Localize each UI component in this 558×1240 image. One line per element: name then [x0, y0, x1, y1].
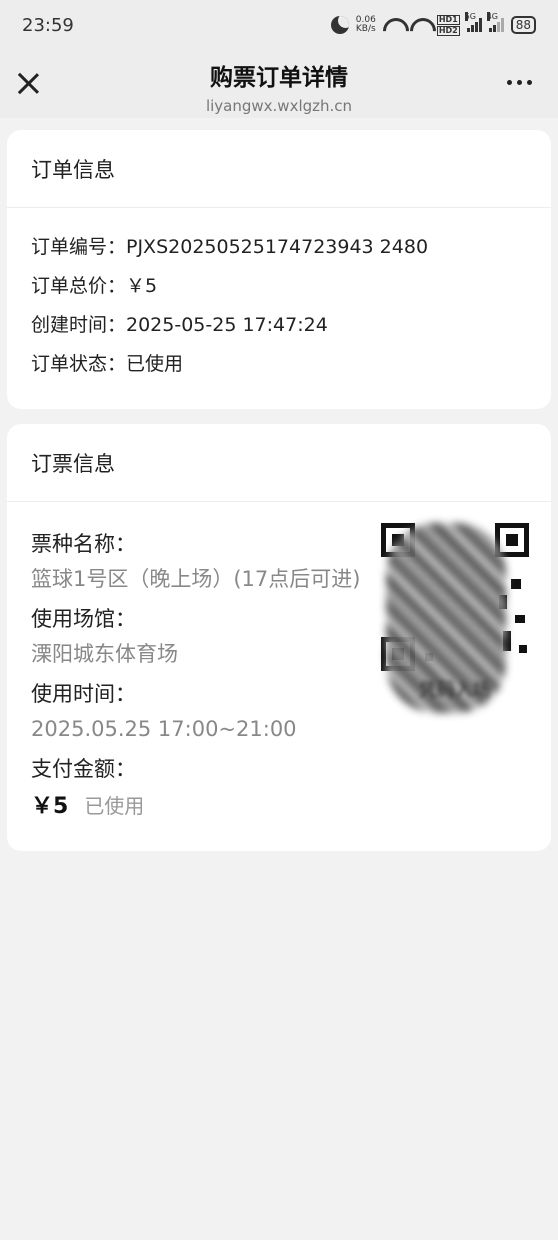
- order-info-card: 订单信息 订单编号：PJXS20250525174723943 2480 订单总…: [7, 130, 551, 409]
- signal-icon-2: 4G: [486, 12, 504, 32]
- status-icons: 0.06 KB/s HD1 HD2 5G 4G 88: [330, 12, 536, 36]
- battery-icon: 88: [510, 16, 536, 34]
- moon-icon: [330, 16, 349, 34]
- qr-code[interactable]: [381, 523, 529, 713]
- order-created-time: 创建时间：2025-05-25 17:47:24: [31, 314, 328, 336]
- net-speed-unit: KB/s: [355, 24, 376, 34]
- net-speed: 0.06 KB/s: [356, 16, 376, 34]
- ticket-info-heading: 订票信息: [7, 424, 551, 502]
- order-info-list: 订单编号：PJXS20250525174723943 2480 订单总价：￥5 …: [7, 208, 551, 388]
- qr-caption: 凭码入场: [419, 680, 491, 701]
- order-number: 订单编号：PJXS20250525174723943 2480: [31, 236, 429, 258]
- page-domain: liyangwx.wxlgzh.cn: [205, 97, 353, 115]
- status-time: 23:59: [22, 14, 74, 36]
- wifi-icon: [383, 18, 403, 32]
- hd1-badge: HD1: [436, 14, 460, 25]
- use-time-value: 2025.05.25 17:00~21:00: [31, 717, 297, 741]
- page-title: 购票订单详情: [210, 65, 348, 91]
- order-status: 订单状态：已使用: [31, 353, 184, 375]
- pay-amount-label: 支付金额：: [31, 757, 136, 781]
- signal-icon-1: 5G: [464, 12, 482, 32]
- order-info-heading: 订单信息: [7, 130, 551, 208]
- ticket-status: 已使用: [84, 794, 145, 818]
- status-bar: 23:59 0.06 KB/s HD1 HD2 5G 4G 88: [0, 0, 558, 50]
- more-icon[interactable]: [507, 80, 532, 85]
- title-bar: 购票订单详情 liyangwx.wxlgzh.cn: [0, 50, 558, 118]
- hd-badges: HD1 HD2: [436, 14, 460, 36]
- hd2-badge: HD2: [436, 25, 460, 36]
- wifi-icon-2: [410, 18, 430, 32]
- signal-label-1: 5G: [464, 12, 477, 21]
- pay-amount-value: ￥5: [31, 794, 69, 819]
- order-total: 订单总价：￥5: [31, 275, 158, 297]
- signal-label-2: 4G: [486, 12, 499, 21]
- title-wrap: 购票订单详情 liyangwx.wxlgzh.cn: [0, 58, 558, 115]
- pay-row: ￥5 已使用: [31, 788, 551, 820]
